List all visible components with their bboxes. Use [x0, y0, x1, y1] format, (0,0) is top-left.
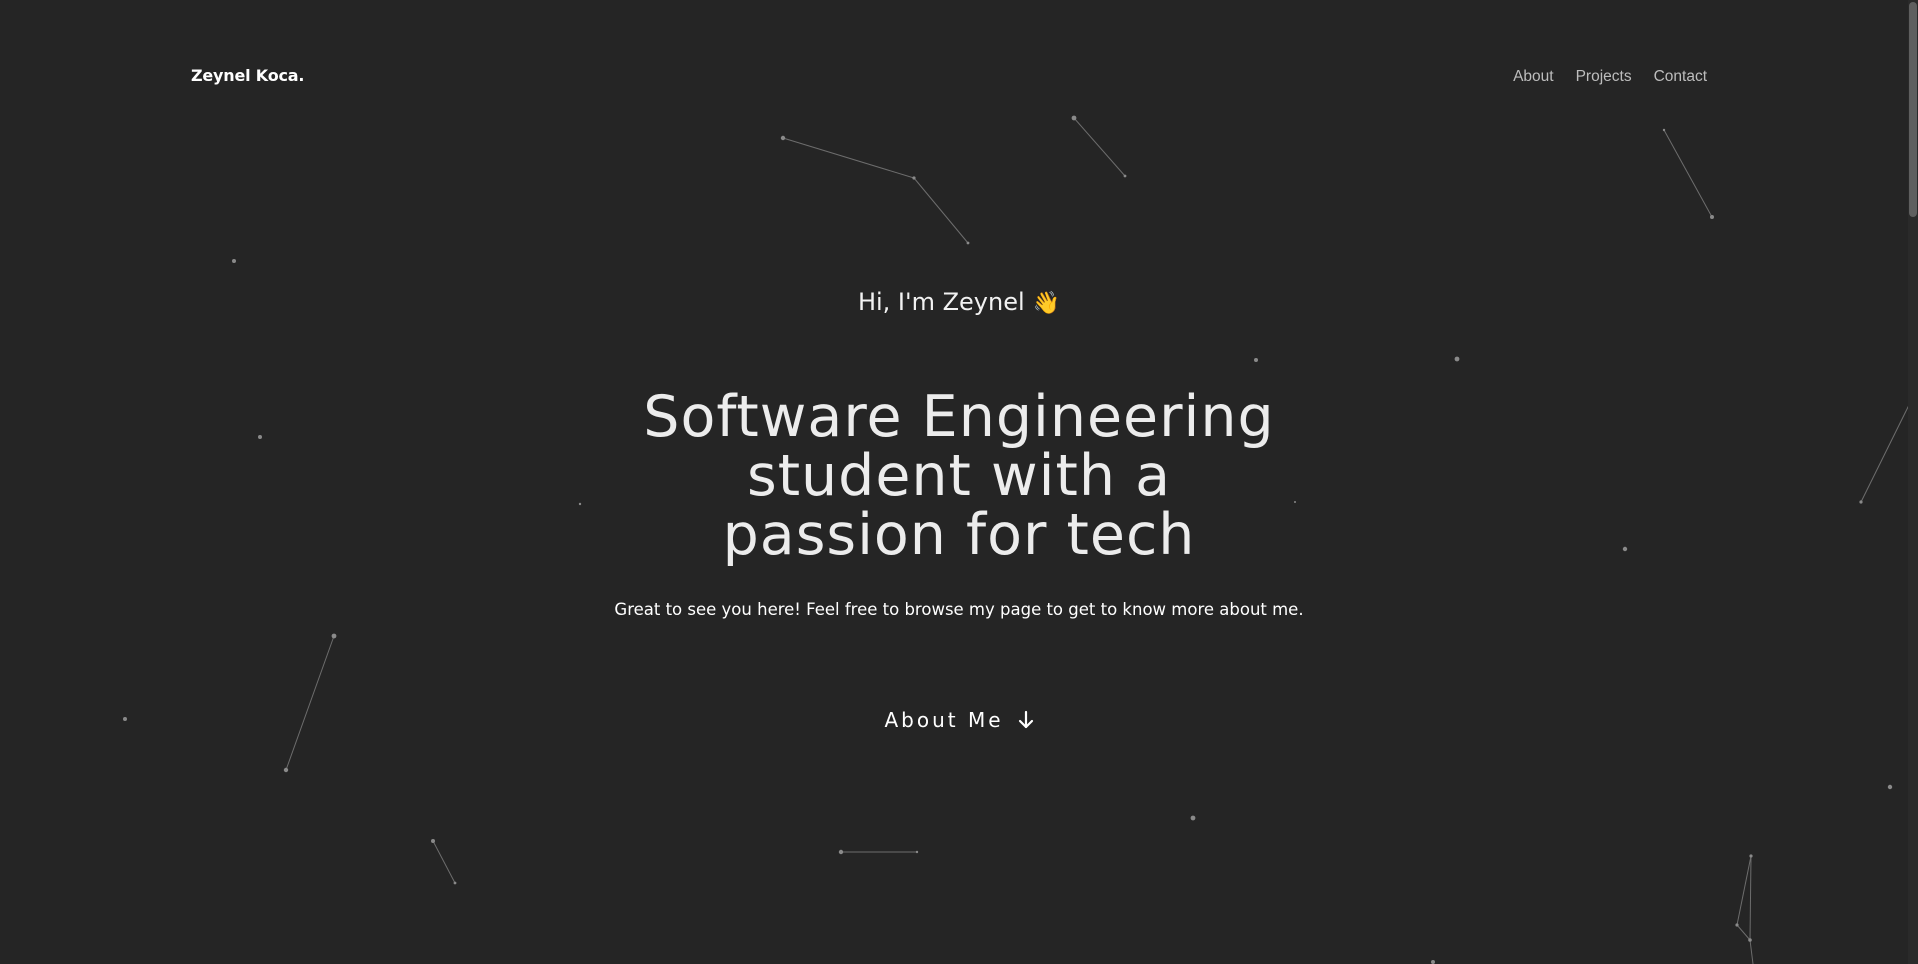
- hero-headline: Software Engineering student with a pass…: [559, 388, 1359, 565]
- scrollbar-thumb[interactable]: [1909, 2, 1917, 217]
- nav-link-about[interactable]: About: [1513, 68, 1554, 86]
- about-me-button[interactable]: About Me: [859, 704, 1059, 736]
- headline-line-3: passion for tech: [722, 502, 1196, 568]
- arrow-down-icon: [1018, 710, 1034, 730]
- about-me-label: About Me: [884, 708, 1004, 732]
- headline-line-2: student with a: [747, 443, 1171, 509]
- hero-greeting: Hi, I'm Zeynel 👋: [0, 288, 1918, 316]
- main-nav: About Projects Contact: [1513, 68, 1707, 86]
- nav-link-projects[interactable]: Projects: [1576, 68, 1632, 86]
- page-scrollbar[interactable]: [1908, 0, 1918, 964]
- nav-link-contact[interactable]: Contact: [1654, 68, 1707, 86]
- headline-line-1: Software Engineering: [643, 384, 1275, 450]
- greeting-text: Hi, I'm Zeynel: [857, 288, 1025, 316]
- waving-hand-icon: 👋: [1032, 291, 1061, 316]
- brand-logo-link[interactable]: Zeynel Koca.: [191, 66, 304, 85]
- hero-subtitle: Great to see you here! Feel free to brow…: [614, 600, 1304, 619]
- landing-page: Zeynel Koca. About Projects Contact Hi, …: [0, 0, 1918, 964]
